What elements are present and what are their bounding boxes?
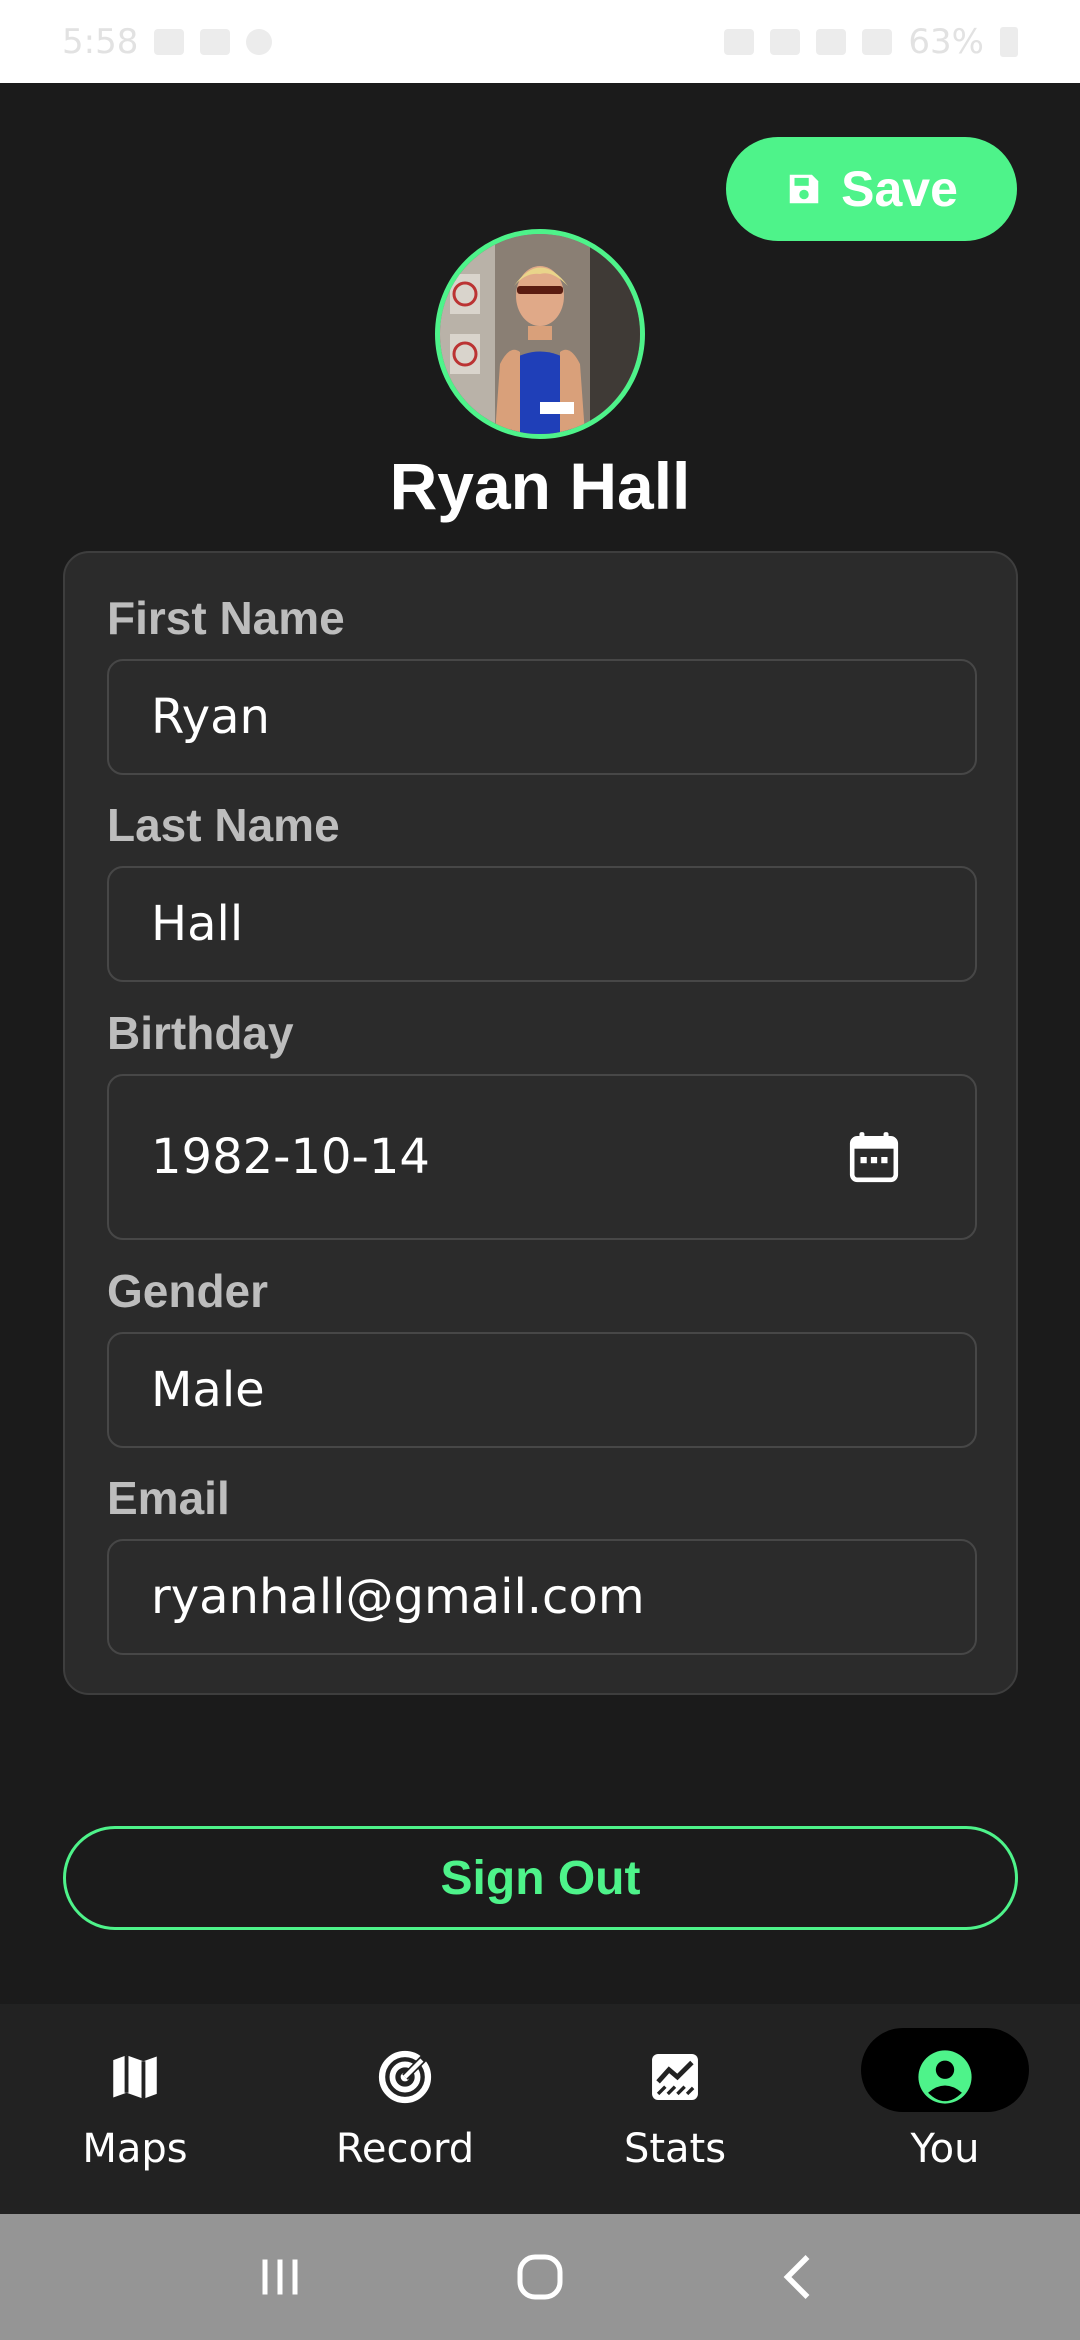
first-name-label: First Name	[107, 592, 345, 644]
battery-percent: 63%	[908, 21, 984, 62]
status-bar: 5:58 63%	[0, 0, 1080, 83]
nav-label-maps: Maps	[82, 2126, 188, 2172]
signal-secondary-icon	[862, 28, 893, 55]
first-name-value: Ryan	[151, 689, 270, 745]
recent-apps-icon[interactable]	[250, 2247, 310, 2307]
save-button[interactable]: Save	[726, 137, 1017, 241]
gender-value: Male	[151, 1362, 265, 1418]
gender-field[interactable]: Male	[107, 1332, 977, 1448]
map-icon	[113, 2055, 157, 2099]
nav-label-you: You	[910, 2126, 980, 2172]
nav-label-stats: Stats	[623, 2126, 727, 2172]
gender-label: Gender	[107, 1265, 269, 1317]
bottom-navigation: Maps Record Stats You	[0, 2004, 1080, 2214]
birthday-field[interactable]: 1982-10-14	[107, 1074, 977, 1240]
nav-item-maps[interactable]: Maps	[0, 2004, 270, 2214]
profile-form-card: First Name Ryan Last Name Hall Birthday …	[63, 551, 1018, 1695]
mute-icon	[770, 28, 801, 55]
gallery-notification-icon	[154, 28, 185, 55]
system-navigation-bar	[0, 2214, 1080, 2340]
nav-label-record: Record	[335, 2126, 475, 2172]
save-icon	[789, 174, 819, 204]
birthday-label: Birthday	[107, 1007, 294, 1059]
back-icon[interactable]	[770, 2247, 830, 2307]
email-label: Email	[107, 1472, 230, 1524]
user-icon	[918, 2050, 972, 2104]
last-name-field[interactable]: Hall	[107, 866, 977, 982]
status-time: 5:58	[62, 21, 139, 62]
folder-notification-icon	[200, 28, 231, 55]
timer-notification-icon	[246, 28, 273, 55]
last-name-label: Last Name	[107, 799, 340, 851]
avatar	[435, 229, 645, 439]
calendar-icon[interactable]	[849, 1130, 899, 1184]
birthday-value: 1982-10-14	[151, 1129, 430, 1185]
first-name-field[interactable]: Ryan	[107, 659, 977, 775]
last-name-value: Hall	[151, 896, 244, 952]
profile-name: Ryan Hall	[389, 449, 691, 523]
alarm-icon	[724, 28, 755, 55]
nav-item-you[interactable]: You	[810, 2004, 1080, 2214]
home-icon[interactable]	[510, 2247, 570, 2307]
nav-item-record[interactable]: Record	[270, 2004, 540, 2214]
nav-item-stats[interactable]: Stats	[540, 2004, 810, 2214]
email-value: ryanhall@gmail.com	[151, 1569, 645, 1625]
status-bar-right: 63%	[724, 22, 1018, 62]
battery-icon	[1000, 26, 1018, 57]
sign-out-button[interactable]: Sign Out	[63, 1826, 1018, 1930]
status-bar-left: 5:58	[62, 21, 273, 62]
save-label: Save	[841, 161, 958, 217]
record-icon	[378, 2050, 432, 2104]
email-field[interactable]: ryanhall@gmail.com	[107, 1539, 977, 1655]
signal-icon	[816, 28, 847, 55]
stats-icon	[652, 2054, 698, 2100]
